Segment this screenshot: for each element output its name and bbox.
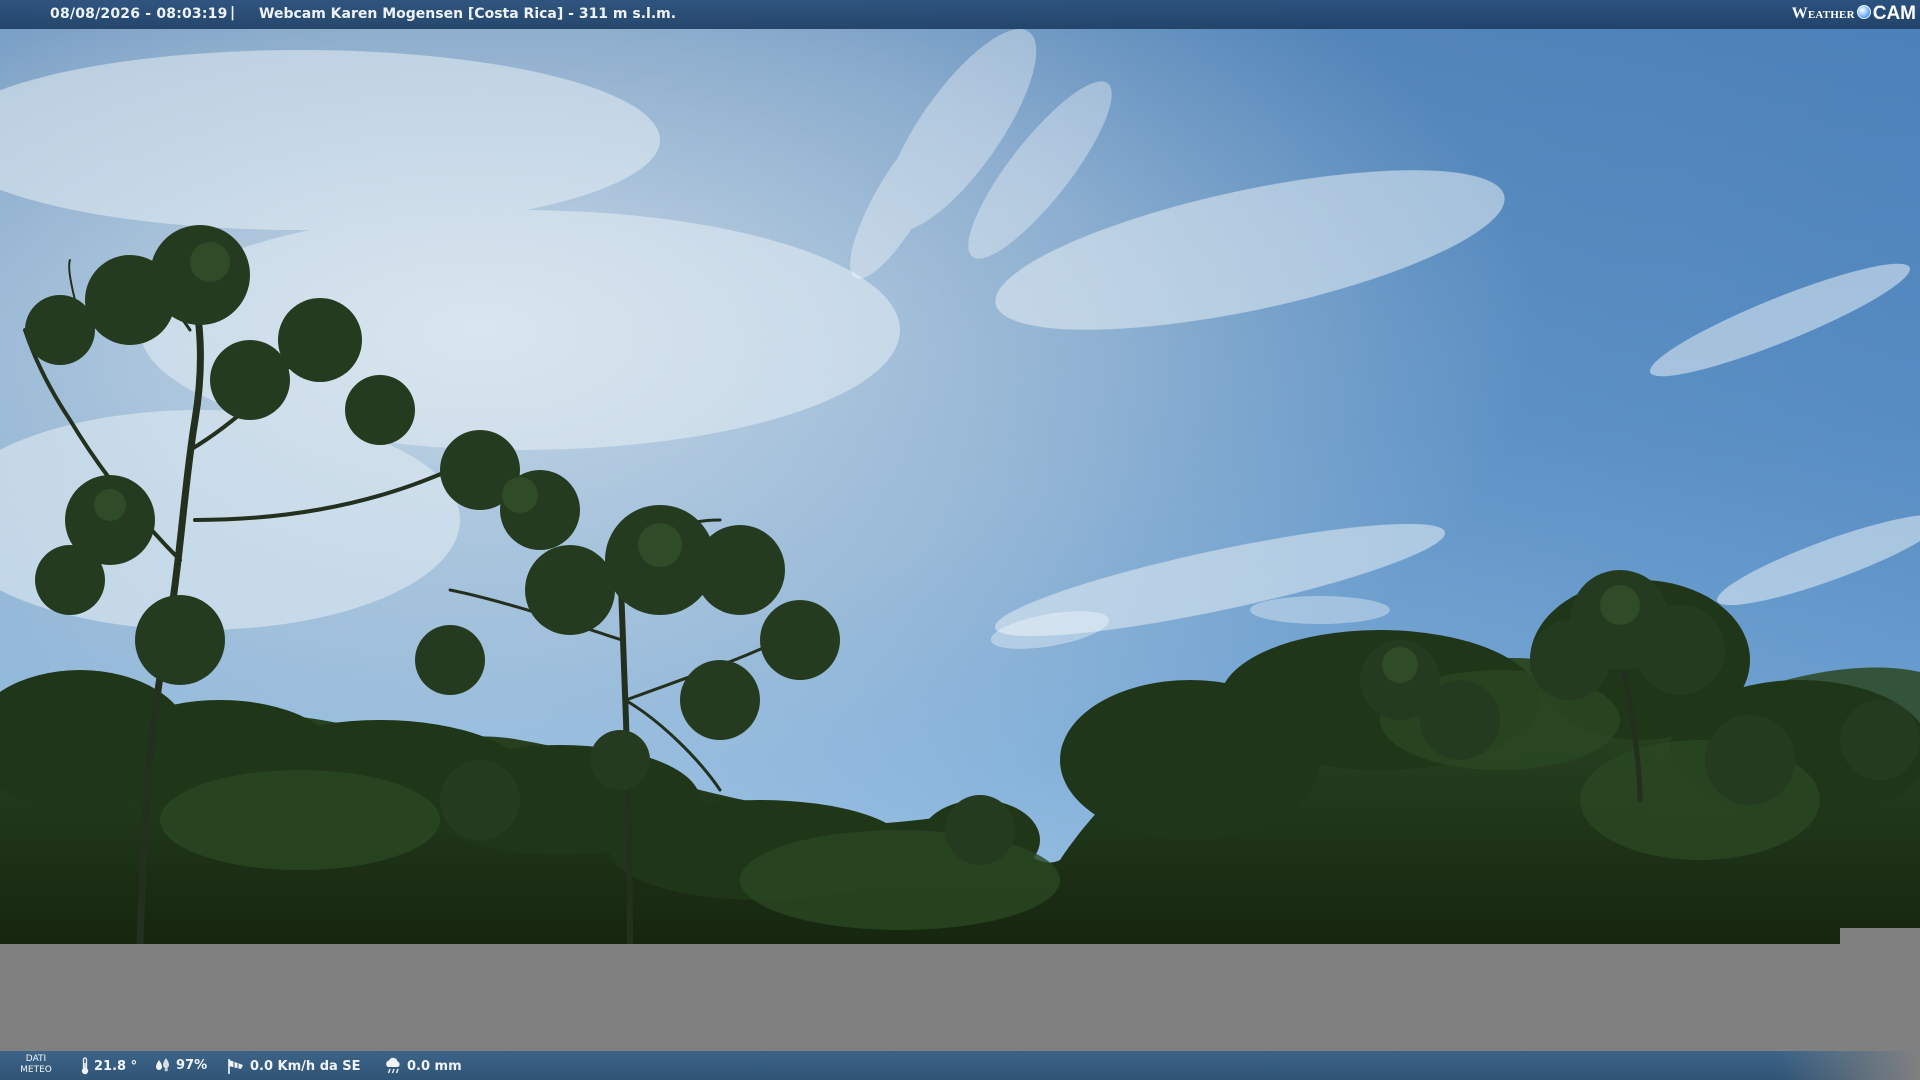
meteo-data-bar: DATI METEO 21.8 ° 97% 0.0 Km/h da SE 0.0… [0,1051,1920,1080]
meteo-label-line2: METEO [20,1065,52,1075]
humidity-drops-icon [156,1058,169,1072]
gray-mask-area [0,944,1920,1050]
temperature-value: 21.8 ° [94,1058,138,1074]
rain-value: 0.0 mm [407,1058,462,1074]
rain-reading: 0.0 mm [383,1057,462,1075]
meteo-label-line1: DATI [25,1054,47,1064]
thermometer-icon [81,1057,89,1075]
logo-weather-text: Weather [1791,5,1855,22]
weathercam-logo: Weather CAM [1792,3,1916,25]
timestamp: 08/08/2026 - 08:03:19 [50,6,228,22]
separator: | [230,5,236,21]
webcam-title: Webcam Karen Mogensen [Costa Rica] - 311… [259,6,677,22]
bar-fade [1780,1051,1920,1080]
wind-reading: 0.0 Km/h da SE [226,1057,361,1075]
humidity-reading: 97% [154,1057,207,1073]
wind-sock-icon [228,1059,243,1074]
webcam-frame: 08/08/2026 - 08:03:19 | Webcam Karen Mog… [0,0,1920,1080]
webcam-image [0,0,1920,944]
rain-cloud-icon [386,1057,400,1074]
humidity-value: 97% [176,1057,208,1073]
top-info-bar: 08/08/2026 - 08:03:19 | Webcam Karen Mog… [0,0,1920,29]
wind-value: 0.0 Km/h da SE [250,1058,361,1074]
meteo-label: DATI METEO [20,1054,52,1076]
globe-icon [1856,5,1871,19]
logo-cam-text: CAM [1872,3,1916,24]
temperature-reading: 21.8 ° [80,1057,137,1075]
